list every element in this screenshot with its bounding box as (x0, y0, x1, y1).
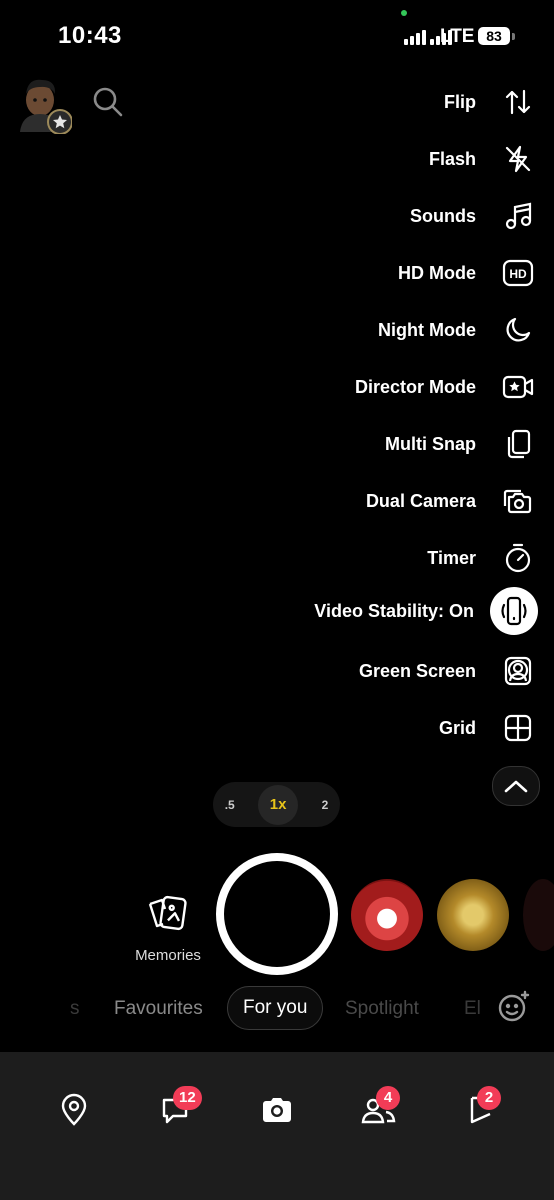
lens-thumbnail[interactable] (437, 879, 509, 951)
green-screen-icon[interactable] (498, 651, 538, 691)
flash-off-icon[interactable] (498, 139, 538, 179)
menu-item-video-stability[interactable]: Video Stability: On (314, 587, 554, 635)
battery-indicator: 83 (478, 27, 510, 45)
menu-item-timer[interactable]: Timer (427, 538, 554, 578)
menu-item-director-mode[interactable]: Director Mode (355, 367, 554, 407)
svg-text:HD: HD (509, 267, 527, 281)
memories-label: Memories (135, 947, 201, 964)
chevron-up-icon (504, 780, 528, 793)
tab-for-you[interactable]: For you (227, 986, 324, 1030)
menu-label: Timer (427, 547, 476, 568)
flip-camera-icon[interactable] (498, 82, 538, 122)
menu-label: HD Mode (398, 262, 476, 283)
menu-label: Flash (428, 148, 476, 169)
menu-label: Sounds (410, 205, 476, 226)
memories-button[interactable]: Memories (132, 894, 204, 964)
menu-label: Multi Snap (385, 433, 476, 454)
collapse-menu-button[interactable] (492, 766, 540, 806)
hd-icon[interactable]: HD (498, 253, 538, 293)
tab-spotlight[interactable]: Spotlight (345, 998, 419, 1020)
capture-button[interactable] (216, 853, 338, 975)
memories-icon (148, 895, 187, 931)
camera-icon (263, 1098, 291, 1122)
network-type: LTE (440, 26, 475, 47)
lens-thumbnail[interactable] (523, 879, 554, 951)
battery-nub (512, 33, 515, 40)
camera-indicator-dot (401, 10, 407, 16)
status-time: 10:43 (58, 22, 122, 49)
lens-thumbnail[interactable] (351, 879, 423, 951)
menu-label: Flip (444, 91, 476, 112)
timer-icon[interactable] (498, 538, 538, 578)
multi-snap-icon[interactable] (498, 424, 538, 464)
music-note-icon[interactable] (498, 196, 538, 236)
menu-item-hd-mode[interactable]: HD Mode HD (398, 253, 554, 293)
menu-item-green-screen[interactable]: Green Screen (359, 651, 554, 691)
menu-item-sounds[interactable]: Sounds (410, 196, 554, 236)
chat-badge: 12 (173, 1086, 202, 1110)
menu-label: Video Stability: On (314, 600, 474, 621)
tab-partial-right[interactable]: El (464, 998, 481, 1020)
menu-label: Green Screen (358, 660, 476, 681)
map-pin-icon (61, 1093, 87, 1126)
dual-camera-icon[interactable] (498, 481, 538, 521)
menu-label: Night Mode (378, 319, 476, 340)
zoom-option-1x[interactable]: 1x (258, 784, 299, 825)
menu-item-night-mode[interactable]: Night Mode (378, 310, 554, 350)
menu-item-grid[interactable]: Grid (439, 708, 554, 748)
discover-tabs: s Favourites For you Spotlight El (0, 986, 554, 1036)
friends-badge: 4 (376, 1086, 400, 1110)
menu-label: Director Mode (354, 376, 476, 397)
zoom-option-0-5[interactable]: .5 (225, 798, 235, 812)
search-icon[interactable] (92, 86, 124, 123)
phone-stability-icon[interactable] (490, 587, 538, 635)
tab-favourites[interactable]: Favourites (114, 998, 203, 1020)
zoom-option-2[interactable]: 2 (322, 798, 329, 812)
moon-icon[interactable] (498, 310, 538, 350)
menu-item-flip[interactable]: Flip (444, 82, 554, 122)
grid-icon[interactable] (498, 708, 538, 748)
menu-item-flash[interactable]: Flash (429, 139, 554, 179)
menu-item-multi-snap[interactable]: Multi Snap (385, 424, 554, 464)
menu-label: Grid (438, 717, 476, 738)
menu-item-dual-camera[interactable]: Dual Camera (366, 481, 554, 521)
video-star-icon[interactable] (498, 367, 538, 407)
tab-partial-left[interactable]: s (70, 998, 80, 1020)
profile-avatar[interactable] (18, 74, 73, 135)
friends-button[interactable]: 4 (358, 1086, 400, 1130)
stories-button[interactable]: 2 (459, 1086, 501, 1130)
stories-badge: 2 (477, 1086, 501, 1110)
zoom-selector: .5 1x 2 (213, 782, 340, 827)
lens-explorer-icon[interactable] (497, 990, 531, 1029)
camera-button[interactable] (257, 1090, 297, 1130)
map-button[interactable] (54, 1090, 94, 1130)
bottom-navigation: 12 4 2 (0, 1052, 554, 1200)
chat-button[interactable]: 12 (155, 1086, 202, 1130)
menu-label: Dual Camera (365, 490, 476, 511)
